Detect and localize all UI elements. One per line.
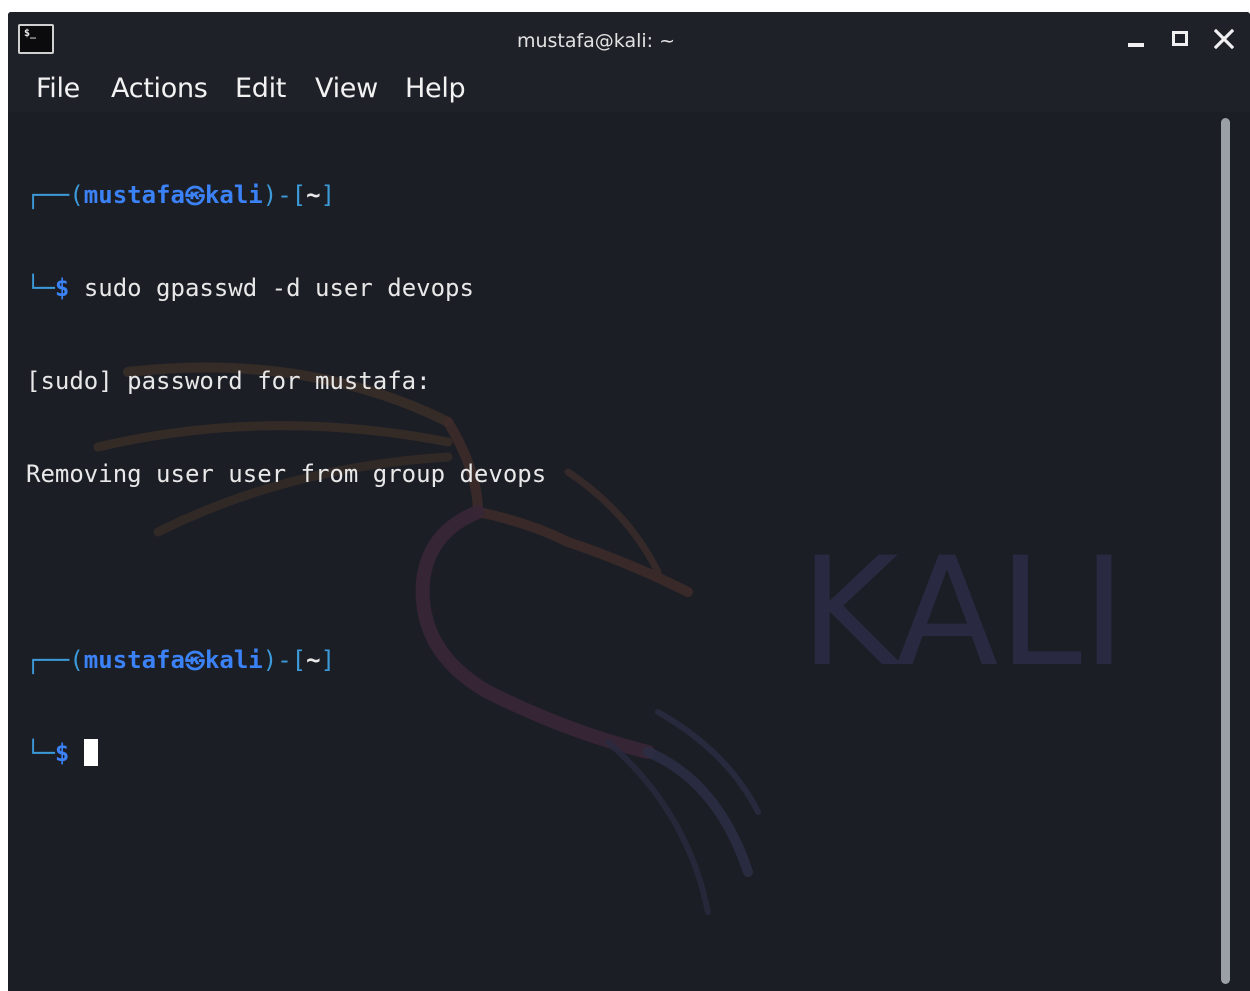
command-text: sudo gpasswd -d user devops: [83, 274, 474, 302]
command-line-1: └─$ sudo gpasswd -d user devops: [26, 274, 474, 302]
menu-help[interactable]: Help: [405, 72, 466, 106]
close-icon[interactable]: [1211, 26, 1237, 52]
prompt-host: kali: [204, 646, 263, 674]
prompt-symbol: $: [54, 739, 70, 767]
output-line-2: Removing user user from group devops: [26, 460, 547, 488]
menu-actions[interactable]: Actions: [111, 72, 208, 106]
prompt-host: kali: [204, 181, 263, 209]
command-line-2[interactable]: └─$: [26, 738, 546, 769]
prompt-symbol: $: [54, 274, 70, 302]
prompt-path: ~: [306, 181, 321, 209]
prompt-line-2: ┌──(mustafa㉿kali)-[~]: [26, 646, 336, 674]
prompt-user: mustafa: [83, 181, 185, 209]
scrollbar[interactable]: [1220, 112, 1230, 989]
terminal-window: $_ mustafa@kali: ~ File Actions Edit Vie…: [8, 12, 1250, 991]
prompt-user: mustafa: [83, 646, 185, 674]
skull-icon: ㉿: [184, 184, 205, 208]
maximize-icon[interactable]: [1168, 26, 1194, 52]
kali-watermark: KALI: [800, 526, 1126, 700]
window-title: mustafa@kali: ~: [516, 30, 676, 52]
prompt-path: ~: [306, 646, 321, 674]
skull-icon: ㉿: [184, 649, 205, 673]
terminal-output: ┌──(mustafa㉿kali)-[~] └─$ sudo gpasswd -…: [26, 118, 546, 831]
menu-view[interactable]: View: [315, 72, 378, 106]
menu-edit[interactable]: Edit: [235, 72, 286, 106]
output-line-1: [sudo] password for mustafa:: [26, 367, 431, 395]
prompt-line-1: ┌──(mustafa㉿kali)-[~]: [26, 181, 336, 209]
menu-bar: File Actions Edit View Help: [8, 68, 1250, 112]
scrollbar-thumb[interactable]: [1221, 118, 1230, 984]
minimize-icon[interactable]: [1124, 26, 1150, 52]
text-cursor: [83, 739, 98, 766]
title-bar[interactable]: $_ mustafa@kali: ~: [8, 12, 1250, 68]
menu-file[interactable]: File: [36, 72, 80, 106]
terminal-area[interactable]: KALI ┌──(mustafa㉿kali)-[~] └─$ sudo gpas…: [8, 112, 1250, 991]
